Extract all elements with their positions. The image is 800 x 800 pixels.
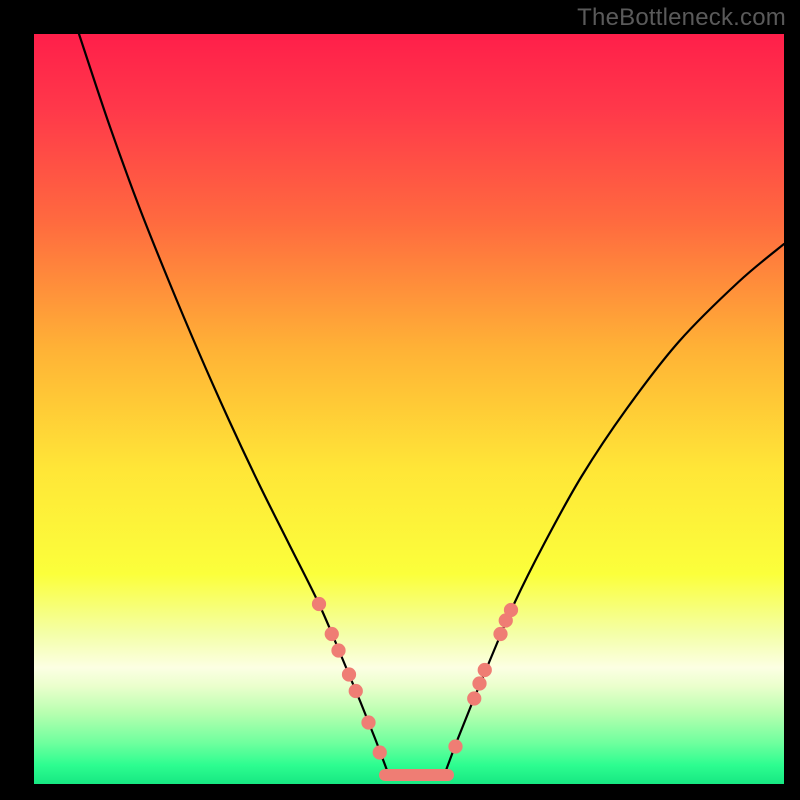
marker-dot [331, 643, 345, 657]
marker-dot [349, 684, 363, 698]
marker-dot [478, 663, 492, 677]
marker-dot [312, 597, 326, 611]
markers-left [312, 597, 387, 760]
marker-dot [361, 715, 375, 729]
marker-dot [504, 603, 518, 617]
marker-dot [373, 745, 387, 759]
curve-left [79, 34, 387, 769]
curve-layer [34, 34, 784, 784]
plot-area [34, 34, 784, 784]
marker-dot [467, 691, 481, 705]
marker-dot [448, 739, 462, 753]
markers-right [448, 603, 518, 754]
chart-frame: TheBottleneck.com [0, 0, 800, 800]
marker-dot [325, 627, 339, 641]
marker-dot [342, 667, 356, 681]
curve-right [447, 244, 785, 769]
marker-dot [493, 627, 507, 641]
marker-dot [472, 676, 486, 690]
watermark-text: TheBottleneck.com [577, 4, 786, 32]
